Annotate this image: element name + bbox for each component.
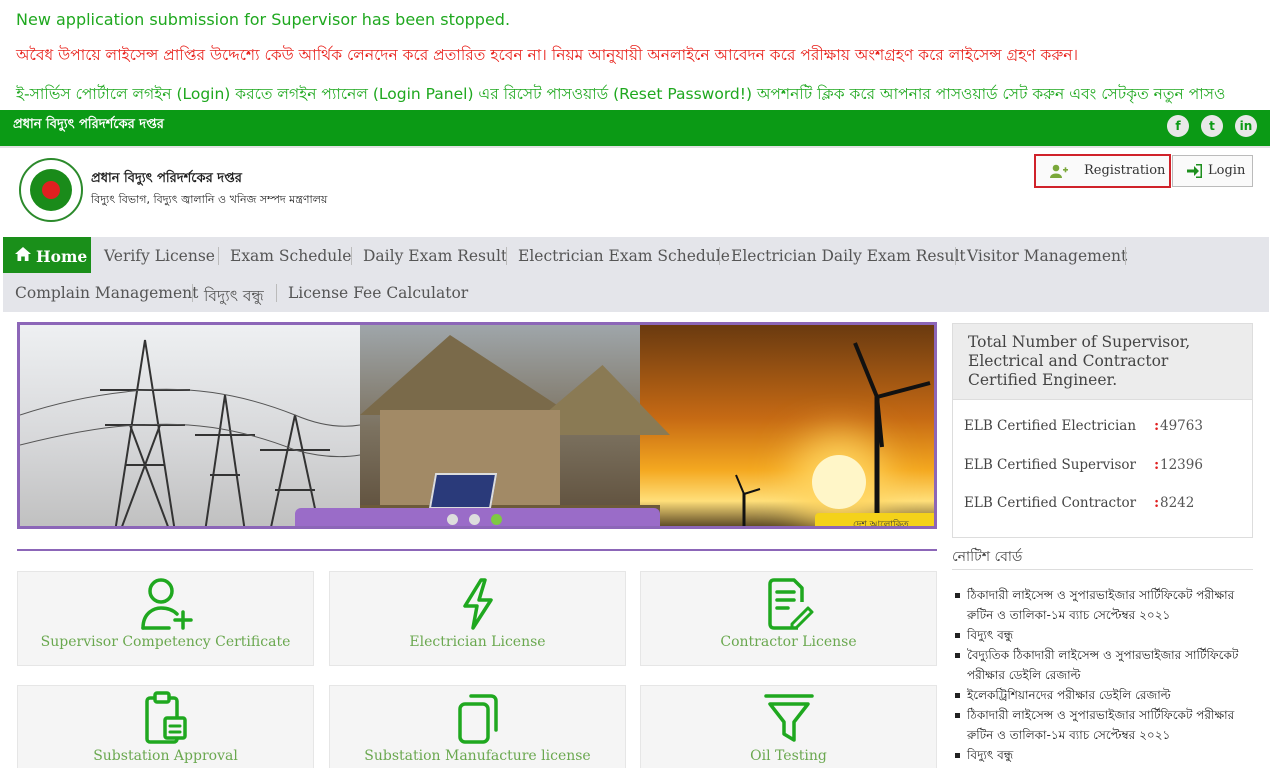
ministry-name: বিদ্যুৎ বিভাগ, বিদ্যুৎ জ্বালানি ও খনিজ স… <box>91 193 328 206</box>
notice-item[interactable]: ঠিকাদারী লাইসেন্স ও সুপারভাইজার সার্টিফি… <box>955 585 1255 625</box>
announcement-fraud-warning: অবৈধ উপায়ে লাইসেন্স প্রাপ্তির উদ্দেশ্যে… <box>16 46 1079 64</box>
certified-stats-panel: Total Number of Supervisor, Electrical a… <box>952 323 1253 538</box>
service-substation-approval[interactable]: Substation Approval <box>17 685 314 768</box>
government-seal-logo[interactable] <box>19 158 83 222</box>
slider-dot-2[interactable] <box>469 514 480 525</box>
nav-electrician-daily-exam-result[interactable]: Electrician Daily Exam Result <box>731 247 966 265</box>
service-substation-manufacture-license[interactable]: Substation Manufacture license <box>329 685 626 768</box>
stats-title: Total Number of Supervisor, Electrical a… <box>968 333 1191 389</box>
service-label: Supervisor Competency Certificate <box>40 634 291 650</box>
filter-icon <box>763 694 814 742</box>
notice-item[interactable]: বৈদ্যুতিক ঠিকাদারী লাইসেন্স ও সুপারভাইজা… <box>955 645 1255 685</box>
user-plus-icon <box>1050 156 1068 189</box>
service-label: Electrician License <box>409 634 546 650</box>
stats-row-supervisor: ELB Certified Supervisor : 12396 <box>964 457 1203 473</box>
notice-item[interactable]: বিদ্যুৎ বন্ধু <box>955 745 1255 765</box>
linkedin-icon[interactable]: in <box>1235 115 1257 137</box>
notice-board-title: নোটিশ বোর্ড <box>952 549 1023 565</box>
service-oil-testing[interactable]: Oil Testing <box>640 685 937 768</box>
login-button[interactable]: Login <box>1172 155 1253 187</box>
announcement-banner: New application submission for Superviso… <box>0 0 1270 110</box>
slider-dot-1[interactable] <box>447 514 458 525</box>
nav-license-fee-calculator[interactable]: License Fee Calculator <box>288 284 468 302</box>
top-bar-office-name: প্রধান বিদ্যুৎ পরিদর্শকের দপ্তর <box>13 117 164 132</box>
nav-electrician-exam-schedule[interactable]: Electrician Exam Schedule <box>518 247 730 265</box>
lightning-icon <box>462 578 493 630</box>
nav-verify-license[interactable]: Verify License <box>104 247 215 265</box>
slider-badge: দেশ আলোকিত <box>815 513 934 526</box>
service-label: Substation Approval <box>93 748 238 764</box>
facebook-icon[interactable]: f <box>1167 115 1189 137</box>
service-supervisor-competency[interactable]: Supervisor Competency Certificate <box>17 571 314 666</box>
twitter-icon[interactable]: t <box>1201 115 1223 137</box>
stats-value: 49763 <box>1160 418 1203 434</box>
nav-complain-management[interactable]: Complain Management <box>15 284 198 302</box>
announcement-login-instructions: ই-সার্ভিস পোর্টালে লগইন (Login) করতে লগই… <box>16 85 1226 103</box>
service-contractor-license[interactable]: Contractor License <box>640 571 937 666</box>
stats-label: ELB Certified Supervisor <box>964 457 1136 473</box>
stats-row-contractor: ELB Certified Contractor : 8242 <box>964 495 1195 511</box>
document-edit-icon <box>767 578 813 630</box>
nav-visitor-management[interactable]: Visitor Management <box>967 247 1127 265</box>
stats-label: ELB Certified Contractor <box>964 495 1137 511</box>
stats-value: 12396 <box>1160 457 1203 473</box>
office-name: প্রধান বিদ্যুৎ পরিদর্শকের দপ্তর <box>91 171 242 186</box>
section-divider <box>17 549 937 551</box>
stats-value: 8242 <box>1160 495 1195 511</box>
login-label: Login <box>1208 163 1246 178</box>
notice-item[interactable]: বিদ্যুৎ বন্ধু <box>955 625 1255 645</box>
notice-board-list: ঠিকাদারী লাইসেন্স ও সুপারভাইজার সার্টিফি… <box>955 585 1255 765</box>
service-label: Substation Manufacture license <box>364 748 591 764</box>
sign-in-icon <box>1187 156 1203 189</box>
nav-exam-schedule[interactable]: Exam Schedule <box>230 247 351 265</box>
slider-illustration <box>20 339 931 526</box>
home-icon <box>15 247 31 261</box>
stats-label: ELB Certified Electrician <box>964 418 1137 434</box>
notice-item[interactable]: ইলেকট্রিশিয়ানদের পরীক্ষার ডেইলি রেজাল্ট <box>955 685 1255 705</box>
notice-item[interactable]: ঠিকাদারী লাইসেন্স ও সুপারভাইজার সার্টিফি… <box>955 705 1255 745</box>
announcement-supervisor-stopped: New application submission for Superviso… <box>16 10 511 29</box>
nav-home[interactable]: Home <box>3 237 91 273</box>
user-plus-icon <box>140 578 193 630</box>
registration-button[interactable]: Registration <box>1034 154 1171 189</box>
hero-slider[interactable]: দেশ আলোকিত <box>17 322 937 529</box>
service-electrician-license[interactable]: Electrician License <box>329 571 626 666</box>
clipboard-icon <box>144 691 187 744</box>
top-bar: প্রধান বিদ্যুৎ পরিদর্শকের দপ্তর f t in <box>0 110 1270 148</box>
nav-daily-exam-result[interactable]: Daily Exam Result <box>363 247 507 265</box>
site-header: প্রধান বিদ্যুৎ পরিদর্শকের দপ্তর বিদ্যুৎ … <box>0 150 1270 236</box>
copy-icon <box>457 694 498 744</box>
slider-dot-3[interactable] <box>491 514 502 525</box>
registration-label: Registration <box>1084 163 1166 178</box>
stats-row-electrician: ELB Certified Electrician : 49763 <box>964 418 1203 434</box>
nav-home-label: Home <box>36 247 88 266</box>
nav-bidyut-bondhu[interactable]: বিদ্যুৎ বন্ধু <box>204 284 264 310</box>
service-label: Contractor License <box>720 634 857 650</box>
main-nav: Home Verify License Exam Schedule Daily … <box>3 237 1269 312</box>
service-label: Oil Testing <box>750 748 827 764</box>
